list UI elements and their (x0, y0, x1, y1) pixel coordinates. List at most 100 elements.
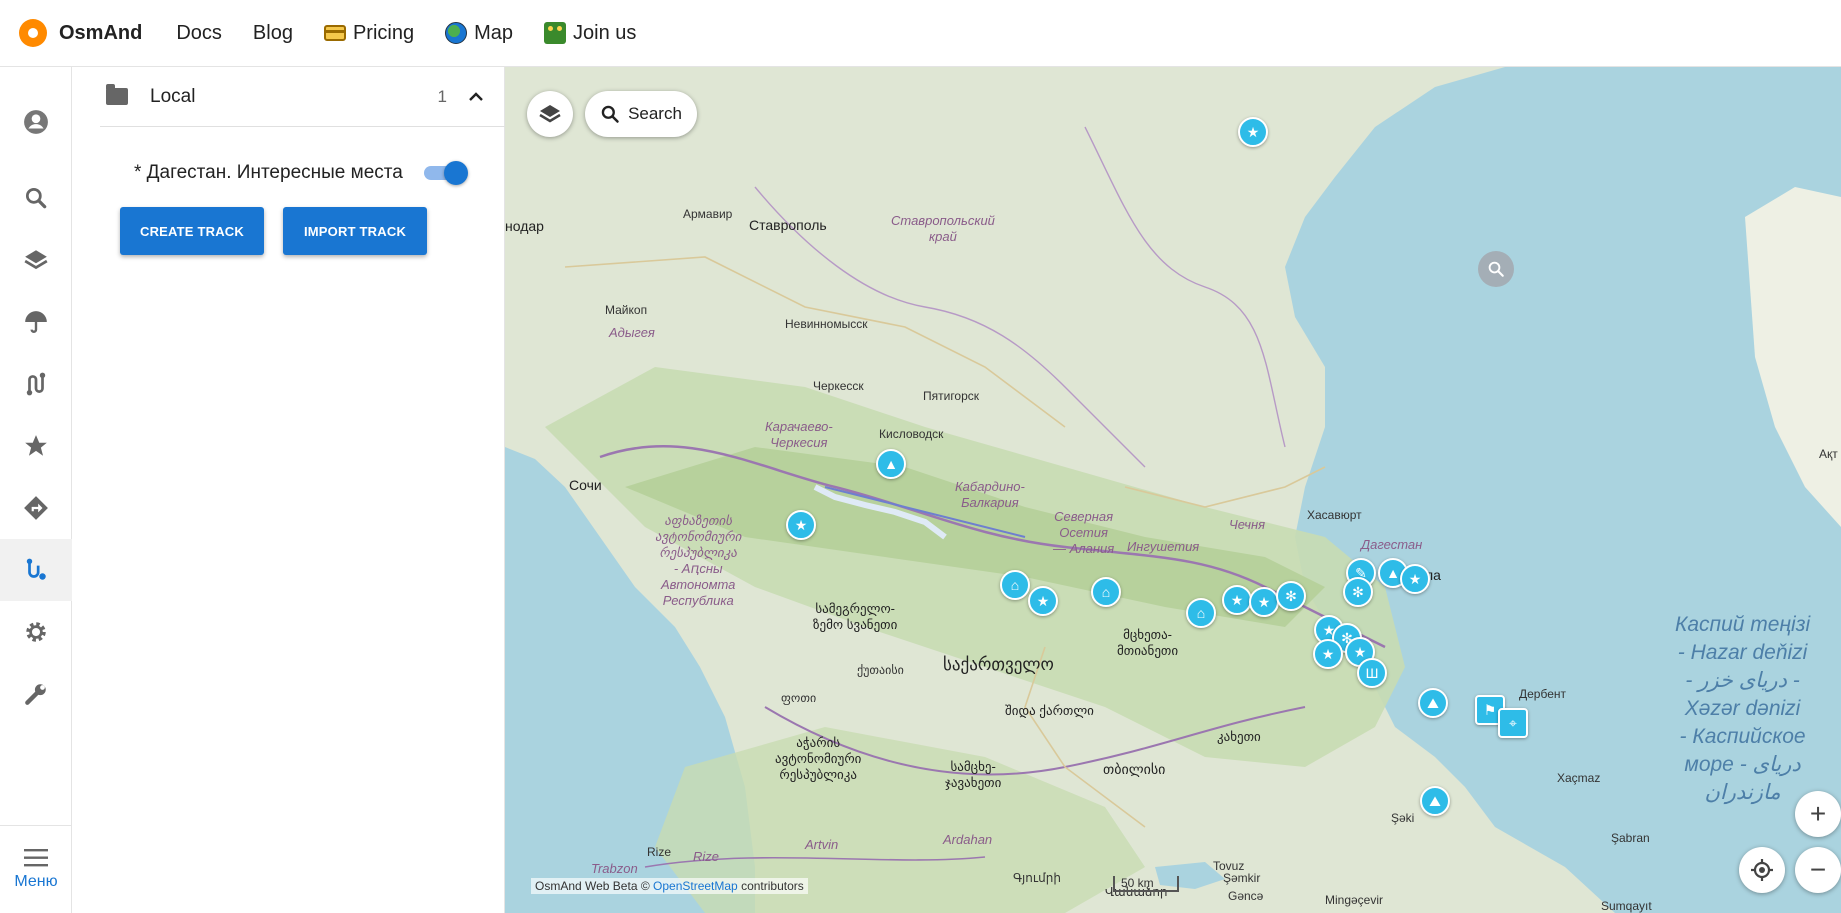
nav-docs[interactable]: Docs (176, 22, 222, 45)
map-marker[interactable]: ⛰ (1418, 688, 1448, 718)
rail-weather[interactable] (0, 291, 72, 353)
rail-settings[interactable] (0, 601, 72, 663)
top-navigation: OsmAnd Docs Blog Pricing Map Join us (0, 0, 1841, 67)
brand-link[interactable]: OsmAnd (19, 19, 142, 47)
region-mtskheta: მცხეთა- მთიანეთი (1117, 627, 1179, 658)
local-group-label: Local (150, 85, 196, 107)
create-track-button[interactable]: CREATE TRACK (120, 207, 264, 255)
region-stavropol-krai: Ставропольский край (891, 213, 995, 244)
region-trabzon: Trabzon (591, 861, 638, 876)
nav-pricing[interactable]: Pricing (323, 21, 415, 45)
nav-blog-label: Blog (252, 21, 293, 44)
rail-tracks[interactable] (0, 539, 72, 601)
region-samegrelo: სამეგრელო- ზემო სვანეთი (813, 601, 898, 632)
local-group-header[interactable]: Local 1 (100, 67, 505, 127)
map-marker[interactable]: ⌂ (1186, 598, 1216, 628)
map-base-layer (505, 67, 1841, 913)
sea-caspian: Каспий теңізі - Hazar deňizi - دریای خزر… (1675, 613, 1811, 804)
place-maykop: Майкоп (605, 303, 648, 317)
place-kislovodsk: Кисловодск (879, 427, 944, 441)
map-marker[interactable]: ★ (1313, 639, 1343, 669)
rail-layers[interactable] (0, 229, 72, 291)
nav-join-label: Join us (573, 21, 637, 44)
map-view[interactable]: Армавир Ставрополь нодар Ставропольский … (505, 67, 1841, 913)
rail-navigation[interactable] (0, 477, 72, 539)
rail-account[interactable] (0, 91, 72, 153)
region-north-ossetia: Северная Осетия — Алания (1053, 509, 1115, 556)
my-location-button[interactable] (1739, 847, 1785, 893)
place-armavir: Армавир (683, 207, 733, 221)
minus-icon: − (1809, 854, 1827, 885)
map-marker[interactable]: ★ (1238, 117, 1268, 147)
tracks-panel: Local 1 * Дагестан. Интересные места CRE… (72, 67, 505, 913)
place-sumgait: Sumqayıt (1601, 899, 1652, 913)
search-icon (25, 187, 47, 209)
region-chechnya: Чечня (1229, 517, 1266, 532)
map-marker[interactable]: ★ (1222, 585, 1252, 615)
region-abkhazia: აფხაზეთის ავტონომიური რესპუბლიკა - Аԥсны… (655, 513, 742, 608)
rail-route[interactable] (0, 353, 72, 415)
nav-join-us[interactable]: Join us (544, 22, 636, 45)
brand-name: OsmAnd (59, 21, 143, 44)
map-marker[interactable]: ⛰ (1420, 786, 1450, 816)
place-stavropol: Ставрополь (749, 217, 827, 233)
track-item: * Дагестан. Интересные места (134, 153, 494, 193)
route-icon (26, 372, 46, 396)
nav-pricing-label: Pricing (352, 21, 415, 44)
map-marker[interactable]: ✻ (1276, 581, 1306, 611)
map-layers-button[interactable] (527, 91, 573, 137)
globe-icon (445, 22, 468, 44)
track-name[interactable]: * Дагестан. Интересные места (134, 162, 414, 184)
zoom-in-button[interactable]: + (1795, 791, 1841, 837)
map-marker[interactable]: ⌖ (1498, 708, 1528, 738)
search-icon (1488, 261, 1504, 277)
rail-menu-button[interactable]: Меню (0, 825, 72, 913)
map-search-button[interactable]: Search (585, 91, 697, 137)
region-shida-kartli: შიდა ქართლი (1005, 703, 1094, 718)
zoom-out-button[interactable]: − (1795, 847, 1841, 893)
import-track-button[interactable]: IMPORT TRACK (283, 207, 427, 255)
folder-icon (106, 84, 128, 105)
map-marker[interactable]: ★ (1249, 587, 1279, 617)
map-marker[interactable]: ⌂ (1091, 577, 1121, 607)
attribution-prefix: OsmAnd Web Beta © (535, 879, 650, 893)
chevron-up-icon[interactable] (463, 84, 489, 110)
map-marker[interactable]: ★ (786, 510, 816, 540)
side-rail: Меню (0, 67, 72, 913)
nav-blog[interactable]: Blog (253, 22, 293, 45)
osmand-logo-icon (19, 19, 47, 47)
local-group-count: 1 (437, 86, 447, 106)
map-marker[interactable]: ⌂ (1000, 570, 1030, 600)
nav-map[interactable]: Map (445, 22, 513, 45)
place-nevinnomyssk: Невинномысск (785, 317, 868, 331)
menu-label: Меню (14, 872, 58, 890)
region-ingushetia: Ингушетия (1127, 539, 1200, 554)
place-shamkir: Şəmkir (1223, 871, 1261, 885)
osm-link[interactable]: OpenStreetMap (653, 879, 738, 893)
map-marker[interactable]: ▲ (876, 449, 906, 479)
layers-icon (24, 250, 48, 270)
place-derbent: Дербент (1519, 687, 1567, 701)
map-search-here-button[interactable] (1478, 251, 1514, 287)
region-kchr: Карачаево- Черкесия (765, 419, 833, 450)
region-adjara: აჭარის ავტონომიური რესპუბლიკა (775, 735, 862, 782)
place-mingachevir: Mingəçevir (1325, 893, 1384, 907)
country-sakartvelo: საქართველო (943, 655, 1054, 674)
layers-icon (539, 105, 561, 123)
track-visibility-toggle[interactable] (424, 161, 468, 185)
join-icon (544, 22, 566, 44)
map-marker[interactable]: ★ (1400, 564, 1430, 594)
nav-map-label: Map (474, 21, 513, 44)
rail-search[interactable] (0, 167, 72, 229)
place-khasavyurt: Хасавюрт (1307, 508, 1362, 522)
rail-tools[interactable] (0, 663, 72, 725)
plus-icon: + (1809, 798, 1827, 829)
map-marker[interactable]: ✻ (1343, 577, 1373, 607)
map-marker[interactable]: ★ (1028, 586, 1058, 616)
settings-icon (26, 622, 46, 642)
region-ardahan: Ardahan (943, 832, 993, 847)
place-ganja: Gəncə (1228, 889, 1264, 903)
map-marker[interactable]: Ш (1357, 658, 1387, 688)
place-poti: ფოთი (781, 691, 817, 705)
rail-favorites[interactable] (0, 415, 72, 477)
